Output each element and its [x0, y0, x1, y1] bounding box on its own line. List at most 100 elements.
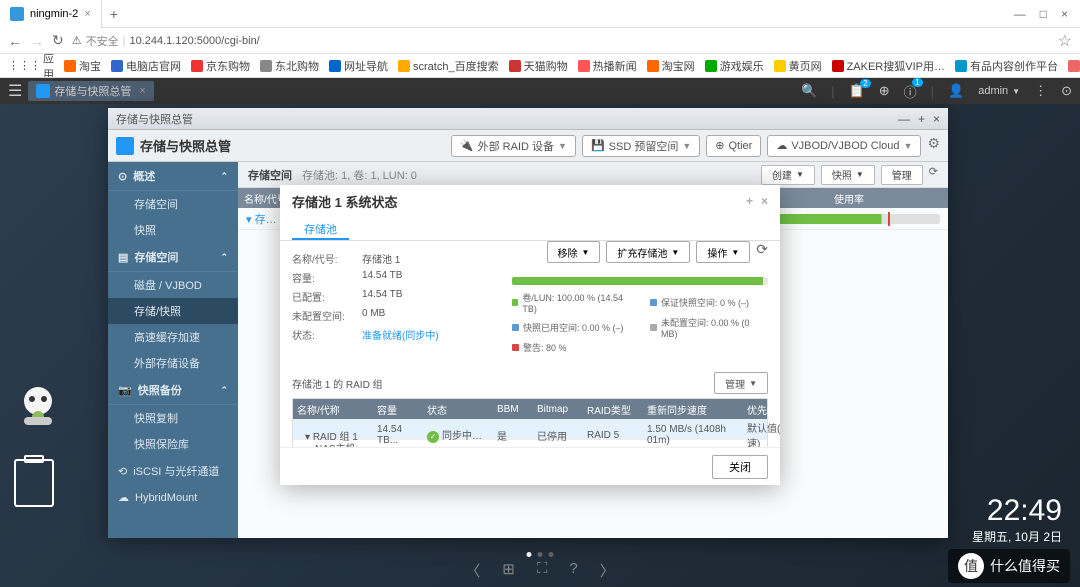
bookmark-item[interactable]: 天猫购物	[509, 58, 568, 74]
bookmark-item[interactable]: 东北购物	[260, 58, 319, 74]
snapshot-button[interactable]: 快照 ▼	[821, 165, 875, 185]
sidebar-snapshot[interactable]: 快照	[108, 217, 238, 243]
bookmark-item[interactable]: scratch_百度搜索	[398, 58, 499, 74]
bookmark-item[interactable]: 热播新闻	[578, 58, 637, 74]
app-tab-close-icon[interactable]: ×	[139, 85, 145, 97]
bookmark-item[interactable]: 有品内容创作平台	[955, 58, 1058, 74]
forward-button[interactable]: →	[30, 33, 44, 49]
ext-raid-button[interactable]: 🔌 外部 RAID 设备 ▼	[451, 135, 576, 157]
robot-icon[interactable]	[14, 381, 62, 429]
usage-snap-used: 快照已用空间: 0.00 % (–)	[512, 316, 630, 339]
tab-favicon	[10, 7, 24, 21]
dock-forward-icon[interactable]: 〉	[600, 560, 615, 581]
sidebar-snap-backup[interactable]: 📷 快照备份⌃	[108, 376, 238, 405]
bookmark-item[interactable]: ZAKER搜狐VIP用…	[832, 58, 945, 74]
window-minimize-icon[interactable]: —	[1014, 7, 1026, 21]
sidebar-iscsi[interactable]: ⟲ iSCSI 与光纤通道	[108, 457, 238, 485]
apps-button[interactable]: ⋮⋮⋮ 应用	[8, 54, 54, 78]
sidebar: ⊙ 概述⌃ 存储空间 快照 ▤ 存储空间⌃ 磁盘 / VJBOD 存储/快照 高…	[108, 162, 238, 538]
sidebar-overview[interactable]: ⊙ 概述⌃	[108, 162, 238, 191]
window-title: 存储与快照总管	[116, 111, 193, 127]
expand-button[interactable]: 扩充存储池 ▼	[606, 241, 690, 263]
dashboard-icon[interactable]: ⊙	[1061, 83, 1072, 99]
window-close-icon[interactable]: ×	[1061, 7, 1068, 21]
more-icon[interactable]: ⋮	[1034, 83, 1047, 99]
new-tab-button[interactable]: +	[102, 6, 126, 22]
bookmark-item[interactable]: 淘宝	[64, 58, 101, 74]
bookmark-item[interactable]: 网址导航	[329, 58, 388, 74]
settings-icon[interactable]: ⚙	[927, 135, 940, 157]
sidebar-storage[interactable]: ▤ 存储空间⌃	[108, 243, 238, 272]
raid-manage-button[interactable]: 管理 ▼	[714, 372, 768, 394]
url-bar[interactable]: ⚠ 不安全 | 10.244.1.120:5000/cgi-bin/	[72, 31, 1050, 51]
remove-button[interactable]: 移除 ▼	[547, 241, 601, 263]
qts-menu-icon[interactable]: ☰	[8, 81, 22, 101]
modal-expand-icon[interactable]: +	[746, 194, 753, 208]
notifications-icon[interactable]: ⓘ1	[904, 82, 917, 101]
sidebar-snap-copy[interactable]: 快照复制	[108, 405, 238, 431]
window-titlebar[interactable]: 存储与快照总管 — + ×	[108, 108, 948, 130]
close-button[interactable]: 关闭	[712, 455, 768, 479]
sidebar-cache[interactable]: 高速缓存加速	[108, 324, 238, 350]
devices-icon[interactable]: ⊕	[879, 83, 890, 99]
back-button[interactable]: ←	[8, 33, 22, 49]
sidebar-ext-storage[interactable]: 外部存储设备	[108, 350, 238, 376]
bookmark-item[interactable]: 京东购物	[191, 58, 250, 74]
browser-tab[interactable]: ningmin-2 ×	[0, 0, 102, 28]
bookmark-item[interactable]: 淘宝网	[647, 58, 695, 74]
sidebar-storage-space[interactable]: 存储空间	[108, 191, 238, 217]
app-tab-label: 存储与快照总管	[54, 83, 131, 99]
pool-name: 存储池 1	[362, 251, 400, 266]
win-maximize-icon[interactable]: +	[918, 112, 925, 126]
pool-free: 0 MB	[362, 308, 385, 323]
raid-section-title: 存储池 1 的 RAID 组	[292, 376, 383, 391]
win-minimize-icon[interactable]: —	[898, 112, 910, 126]
operate-button[interactable]: 操作 ▼	[696, 241, 750, 263]
desktop-pager[interactable]	[527, 552, 554, 557]
bookmark-star-icon[interactable]: ☆	[1058, 31, 1072, 51]
raid-table: 名称/代称容量状态BBMBitmapRAID类型重新同步速度优先级 ▾ RAID…	[292, 398, 768, 447]
dock-help-icon[interactable]: ?	[569, 560, 577, 581]
modal-tab-pool[interactable]: 存储池	[292, 217, 349, 240]
modal-close-icon[interactable]: ×	[761, 194, 768, 208]
create-button[interactable]: 创建 ▼	[761, 165, 815, 185]
pool-counts: 存储池: 1, 卷: 1, LUN: 0	[302, 167, 417, 183]
manage-button[interactable]: 管理	[881, 165, 923, 185]
sidebar-snap-vault[interactable]: 快照保险库	[108, 431, 238, 457]
admin-dropdown[interactable]: admin ▼	[978, 85, 1020, 97]
clock-date: 星期五, 10月 2日	[972, 528, 1062, 545]
qts-app-tab[interactable]: 存储与快照总管 ×	[28, 81, 153, 101]
pool-status: 准备就绪(同步中)	[362, 327, 439, 342]
usage-snap-guar: 保证快照空间: 0 % (–)	[650, 291, 768, 314]
modal-refresh-icon[interactable]: ⟳	[756, 241, 768, 263]
pool-capacity: 14.54 TB	[362, 270, 402, 285]
bookmark-item[interactable]: 黄页网	[774, 58, 822, 74]
user-icon[interactable]: 👤	[948, 83, 964, 99]
dock-back-icon[interactable]: 〈	[465, 560, 480, 581]
storage-icon	[116, 137, 134, 155]
qtier-button[interactable]: ⊕ Qtier	[706, 135, 761, 157]
win-close-icon[interactable]: ×	[933, 112, 940, 126]
watermark: 值 什么值得买	[948, 549, 1070, 583]
usage-bar	[512, 277, 768, 285]
dock-maximize-icon[interactable]: ⛶	[537, 560, 548, 581]
ssd-button[interactable]: 💾 SSD 预留空间 ▼	[582, 135, 700, 157]
trash-icon[interactable]	[14, 459, 54, 507]
search-icon[interactable]: 🔍	[801, 83, 817, 99]
reload-button[interactable]: ↻	[52, 32, 64, 49]
clock-time: 22:49	[972, 494, 1062, 528]
bookmark-item[interactable]: 我的首页 微博-随…	[1068, 58, 1080, 74]
window-maximize-icon[interactable]: □	[1040, 7, 1047, 21]
tab-close-icon[interactable]: ×	[84, 8, 90, 20]
refresh-icon[interactable]: ⟳	[929, 165, 938, 185]
vjbod-button[interactable]: ☁ VJBOD/VJBOD Cloud ▼	[767, 135, 921, 157]
sidebar-disk-vjbod[interactable]: 磁盘 / VJBOD	[108, 272, 238, 298]
tasks-icon[interactable]: 📋2	[849, 83, 865, 99]
sidebar-hybrid[interactable]: ☁ HybridMount	[108, 485, 238, 510]
dock-grid-icon[interactable]: ⊞	[502, 560, 515, 581]
bookmark-item[interactable]: 游戏娱乐	[705, 58, 764, 74]
url-text: 10.244.1.120:5000/cgi-bin/	[129, 35, 259, 47]
bookmark-item[interactable]: 电脑店官网	[111, 58, 181, 74]
raid-row[interactable]: ▾ RAID 组 114.54 TB...✓同步中…是已停用RAID 51.50…	[293, 419, 767, 439]
sidebar-storage-snap[interactable]: 存储/快照	[108, 298, 238, 324]
